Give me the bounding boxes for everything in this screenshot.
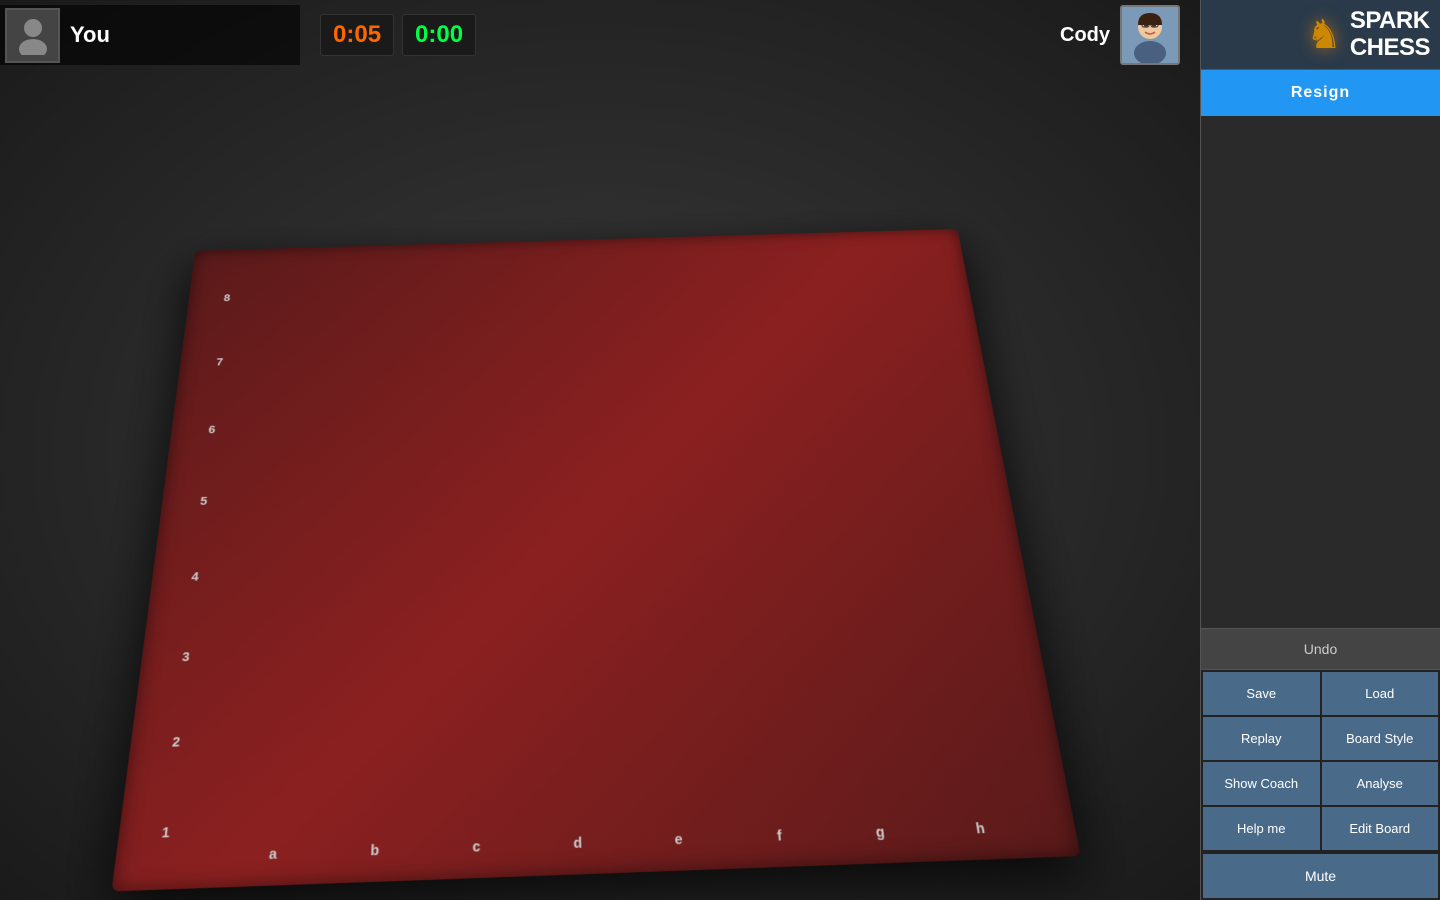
timer-opponent: 0:00 (402, 14, 476, 56)
help-me-button[interactable]: Help me (1203, 807, 1320, 850)
sidebar: ♞ SPARK CHESS Resign Undo Save Load Repl… (1200, 0, 1440, 900)
rank-4-label: 4 (191, 570, 200, 583)
rank-2-label: 2 (171, 734, 181, 749)
save-button[interactable]: Save (1203, 672, 1320, 715)
chess-board-svg[interactable]: 8 7 6 5 4 3 2 1 a b c d e f g h (132, 241, 1060, 872)
timers-panel: 0:05 0:00 (320, 14, 476, 56)
top-bar: You 0:05 0:00 Cody (0, 0, 1200, 70)
file-g-label: g (875, 824, 886, 840)
board-wrapper: 8 7 6 5 4 3 2 1 a b c d e f g h (47, 228, 1146, 900)
undo-button[interactable]: Undo (1201, 628, 1440, 670)
player-you-name: You (70, 22, 110, 48)
edit-board-button[interactable]: Edit Board (1322, 807, 1439, 850)
chess-board-outer: 8 7 6 5 4 3 2 1 a b c d e f g h (111, 229, 1080, 892)
player-you-panel: You (0, 5, 300, 65)
player-cody-avatar (1120, 5, 1180, 65)
player-cody-panel: Cody (1060, 5, 1180, 65)
file-a-label: a (268, 846, 278, 862)
file-b-label: b (370, 842, 379, 858)
replay-button[interactable]: Replay (1203, 717, 1320, 760)
load-button[interactable]: Load (1322, 672, 1439, 715)
avatar-silhouette-icon (13, 15, 53, 55)
sidebar-middle (1201, 116, 1440, 628)
player-you-avatar (5, 8, 60, 63)
file-h-label: h (975, 820, 986, 836)
logo-text: SPARK CHESS (1350, 8, 1430, 61)
board-style-button[interactable]: Board Style (1322, 717, 1439, 760)
rank-5-label: 5 (200, 495, 209, 508)
resign-button[interactable]: Resign (1201, 70, 1440, 116)
file-f-label: f (776, 827, 783, 843)
file-d-label: d (573, 835, 582, 851)
cody-avatar-icon (1122, 7, 1178, 63)
spark-chess-logo: ♞ SPARK CHESS (1201, 0, 1440, 70)
file-e-label: e (674, 831, 683, 847)
show-coach-button[interactable]: Show Coach (1203, 762, 1320, 805)
game-area: You 0:05 0:00 Cody (0, 0, 1200, 900)
logo-chess: CHESS (1350, 35, 1430, 61)
sidebar-bottom: Mute (1201, 852, 1440, 900)
rank-1-label: 1 (161, 825, 171, 841)
rank-8-label: 8 (223, 293, 231, 304)
rank-3-label: 3 (181, 650, 190, 664)
mute-button[interactable]: Mute (1203, 854, 1438, 898)
board-container: 8 7 6 5 4 3 2 1 a b c d e f g h (50, 75, 1150, 885)
player-cody-name: Cody (1060, 24, 1110, 47)
analyse-button[interactable]: Analyse (1322, 762, 1439, 805)
button-grid: Save Load Replay Board Style Show Coach … (1201, 670, 1440, 852)
rank-6-label: 6 (208, 424, 216, 436)
rank-7-label: 7 (216, 356, 224, 367)
logo-spark: SPARK (1350, 8, 1430, 34)
timer-you: 0:05 (320, 14, 394, 56)
file-c-label: c (472, 838, 480, 854)
chess-horse-icon: ♞ (1306, 12, 1342, 58)
